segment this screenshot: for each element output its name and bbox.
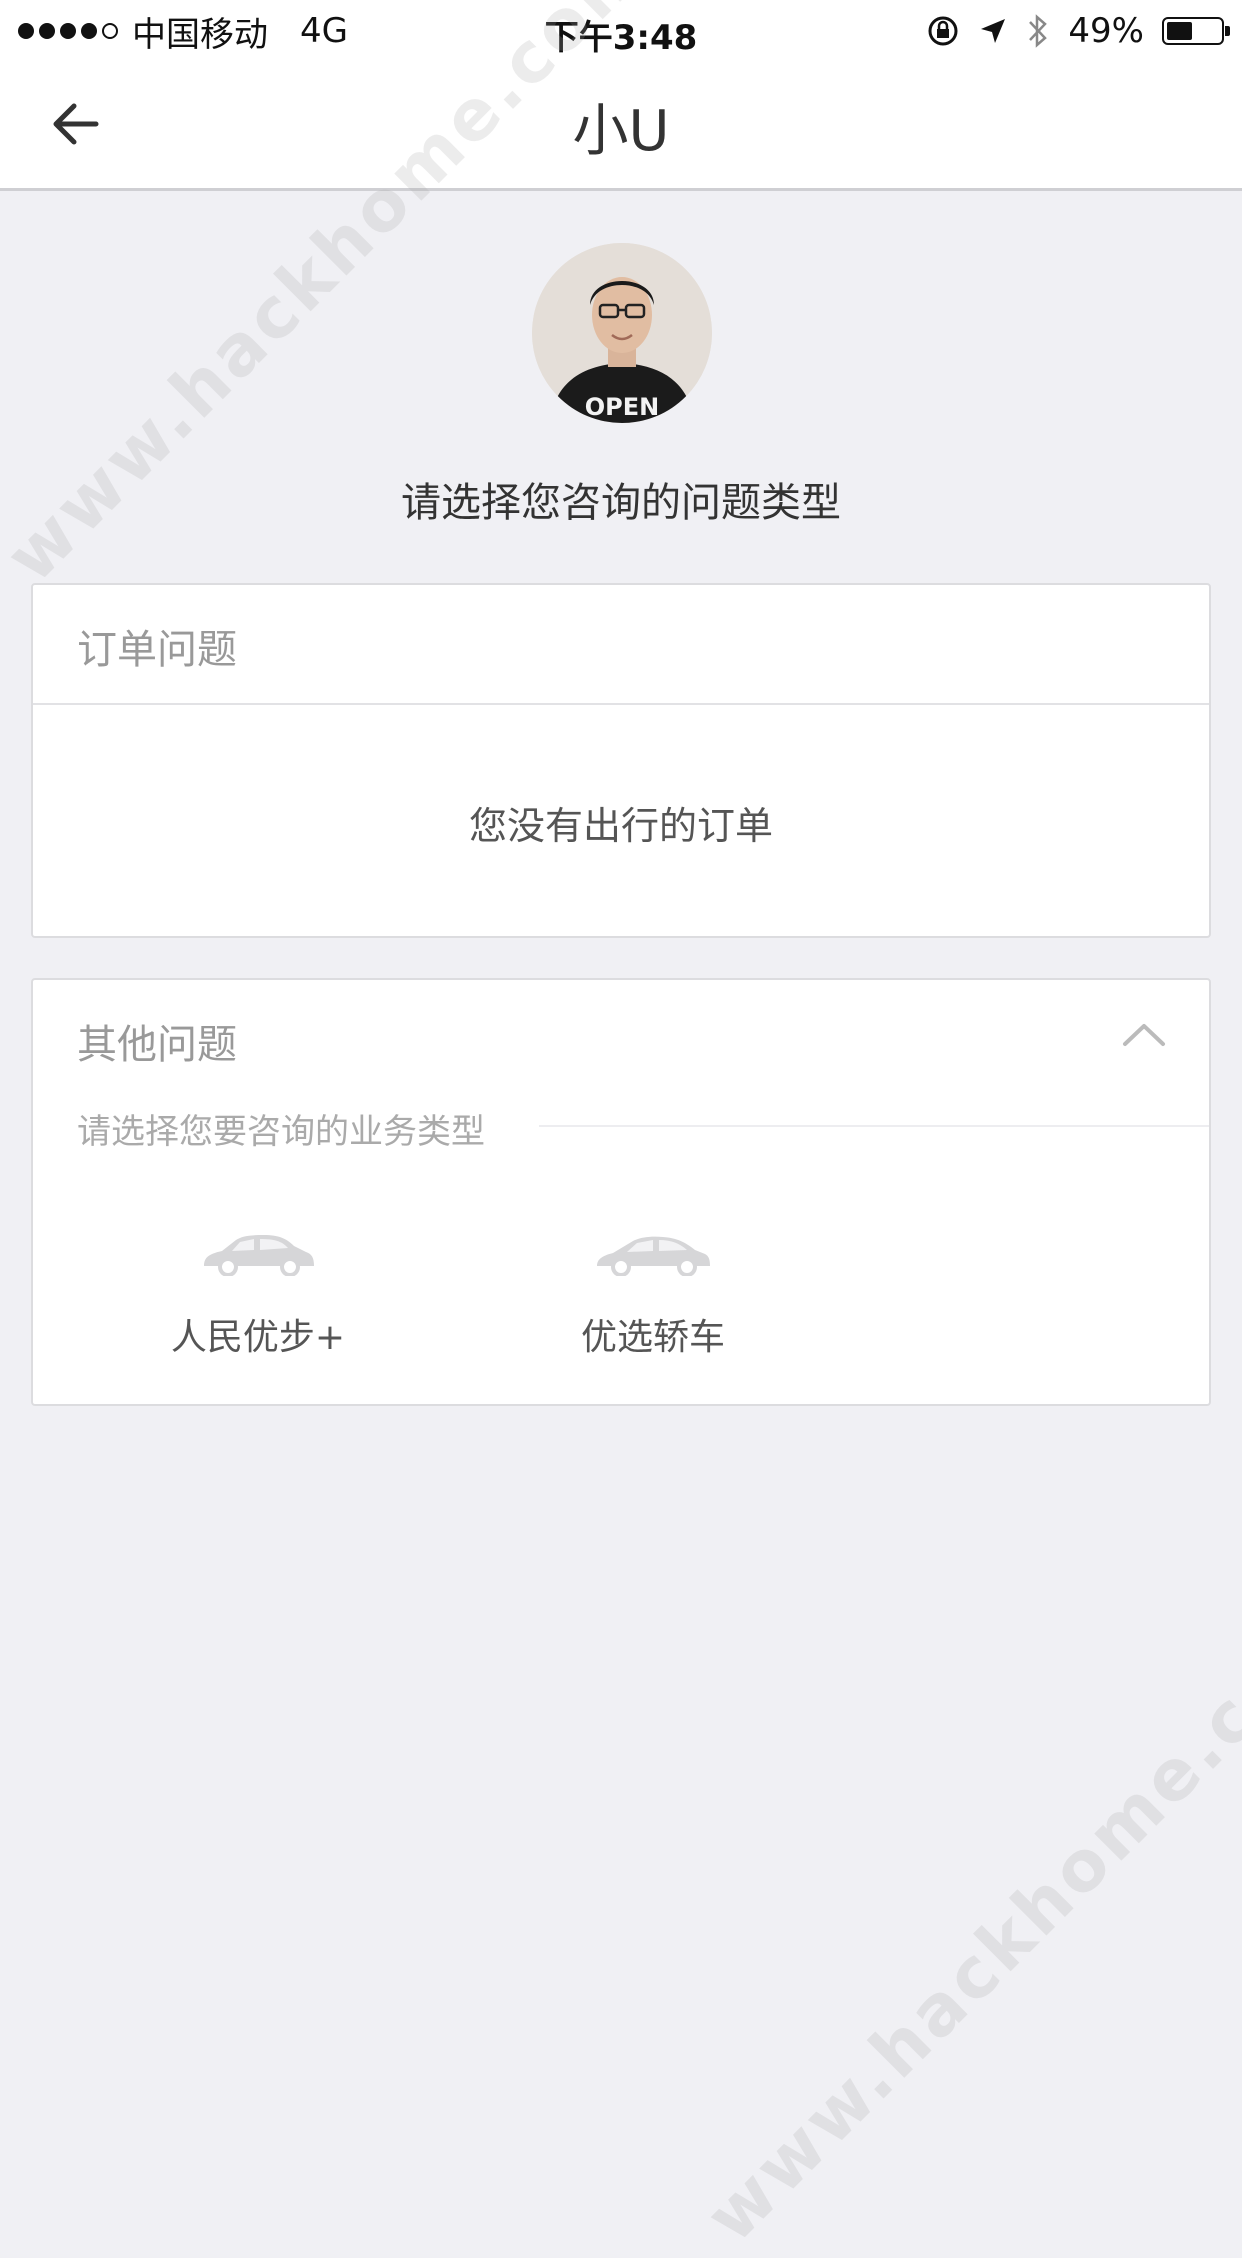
other-issues-card: 其他问题 请选择您要咨询的业务类型 人民优步+ 优选轿车 [31,978,1211,1406]
avatar: OPEN [532,243,712,423]
status-right: 49% [926,0,1230,62]
order-issues-card: 订单问题 您没有出行的订单 [31,583,1211,938]
battery-level [1167,22,1193,40]
bluetooth-icon [1029,14,1048,48]
other-issues-title: 其他问题 [77,1022,237,1068]
divider [539,1125,1209,1127]
svg-text:OPEN: OPEN [585,393,659,421]
car-icon [204,1235,314,1276]
collapse-button[interactable] [1119,1014,1169,1054]
service-label: 优选轿车 [580,1317,725,1358]
chevron-up-icon [1123,1024,1165,1046]
battery-icon [1162,17,1230,45]
divider [33,703,1209,705]
business-type-label: 请选择您要咨询的业务类型 [77,1112,485,1152]
location-arrow-icon [981,19,1006,43]
question-type-prompt: 请选择您咨询的问题类型 [401,480,841,526]
no-orders-message: 您没有出行的订单 [468,804,773,848]
person-photo: OPEN [532,243,712,423]
car-icon [597,1236,710,1276]
rotation-lock-icon [928,16,958,46]
page-title: 小U [572,99,670,164]
order-issues-title: 订单问题 [77,627,237,673]
nav-bar: 小U [0,62,1242,191]
service-uberx-plus[interactable]: 人民优步+ [128,1230,388,1360]
watermark: www.hackhome.com [690,1582,1242,2258]
service-select-sedan[interactable]: 优选轿车 [523,1230,783,1360]
battery-percent: 49% [1068,11,1144,51]
service-label: 人民优步+ [170,1317,346,1358]
